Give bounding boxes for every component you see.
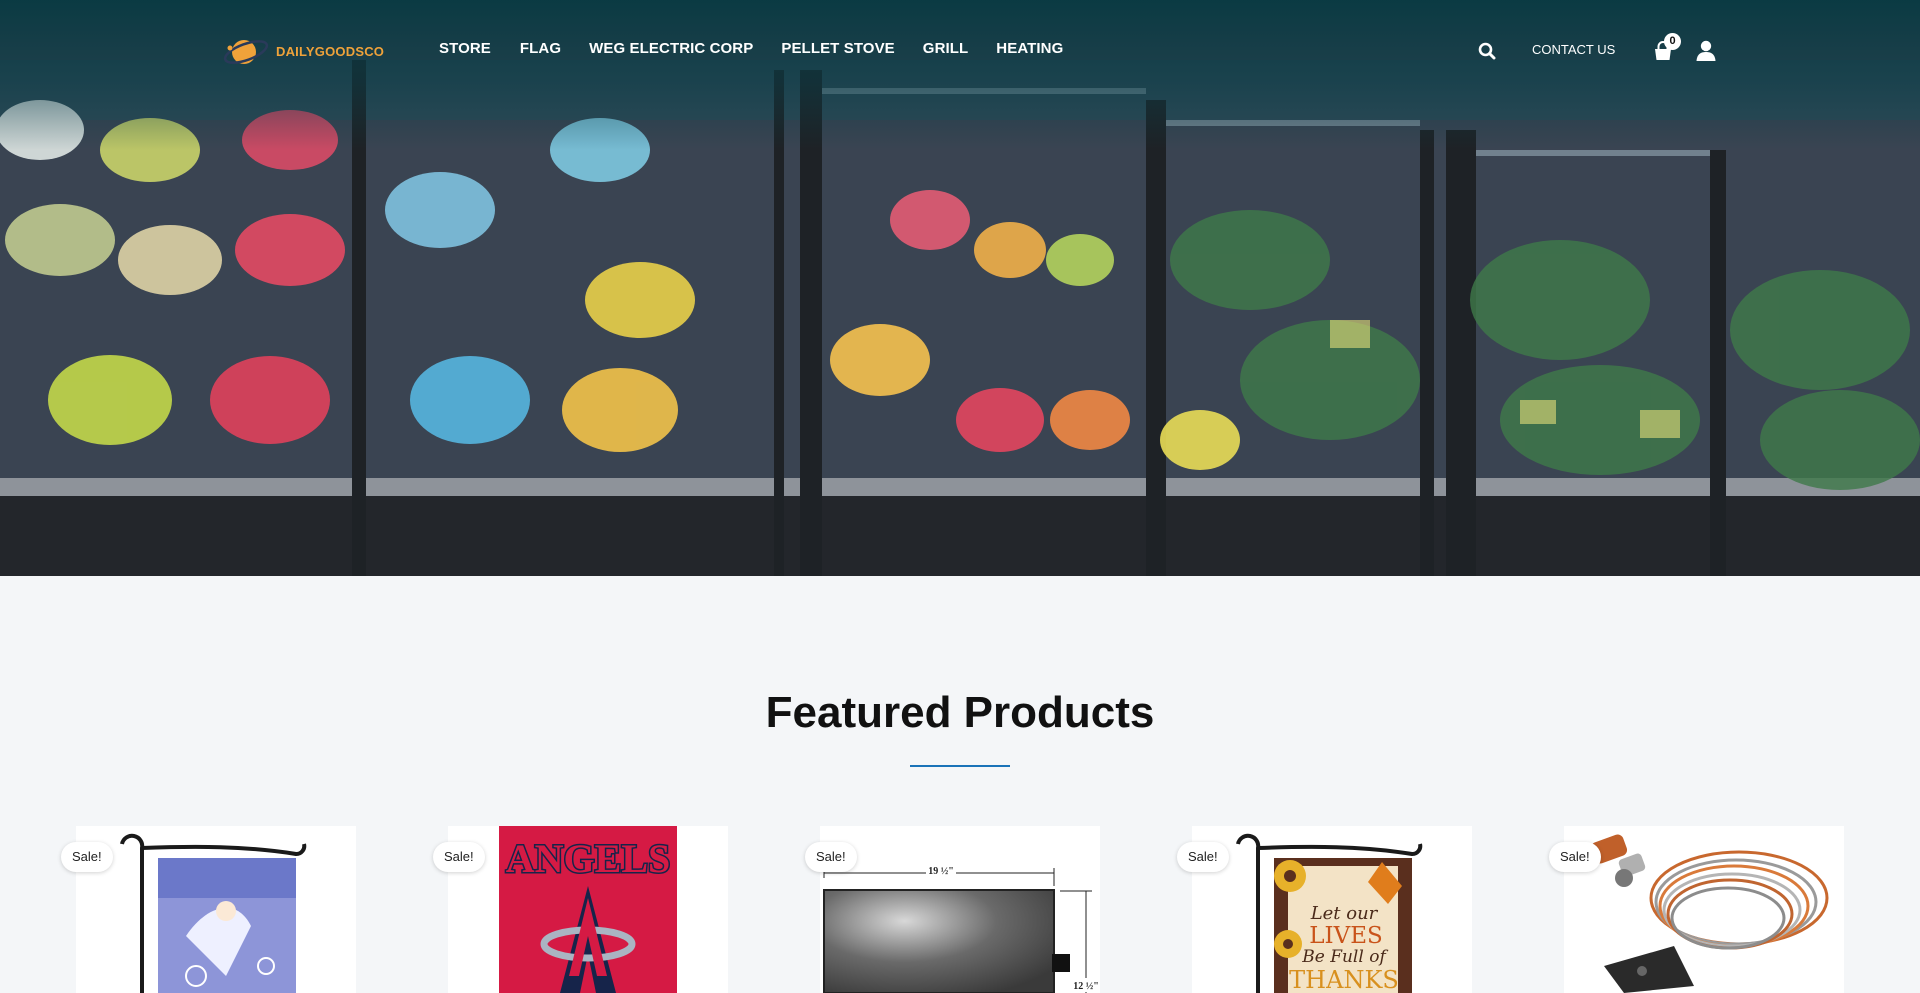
contact-us-link[interactable]: CONTACT US (1532, 42, 1615, 57)
featured-products-heading: Featured Products (765, 688, 1155, 737)
sale-badge: Sale! (805, 842, 857, 872)
cart-count-badge: 0 (1664, 33, 1681, 50)
site-header: DAILYGOODSCO STORE FLAG WEG ELECTRIC COR… (0, 0, 1920, 102)
product-image: Let our LIVES Be Full of THANKS (1236, 833, 1423, 993)
height-dimension-label: 12 ½" (1073, 981, 1099, 992)
user-icon[interactable] (1696, 40, 1716, 62)
product-card[interactable]: 19 ½" 12 ½" (820, 826, 1100, 993)
nav-item-flag[interactable]: FLAG (520, 40, 561, 57)
nav-item-weg-electric-corp[interactable]: WEG ELECTRIC CORP (589, 40, 753, 57)
heading-underline (910, 765, 1010, 767)
flag-text-line-1: Let our (1310, 903, 1379, 924)
search-icon[interactable] (1478, 42, 1496, 60)
logo-text: DAILYGOODSCO (276, 43, 385, 59)
nav-item-heating[interactable]: HEATING (996, 40, 1063, 57)
sale-badge: Sale! (433, 842, 485, 872)
site-logo[interactable]: DAILYGOODSCO (222, 32, 384, 70)
product-image: ANGELS (499, 826, 677, 993)
product-image (1590, 834, 1829, 993)
sale-badge: Sale! (1177, 842, 1229, 872)
main-nav: STORE FLAG WEG ELECTRIC CORP PELLET STOV… (439, 40, 1091, 57)
flag-text-line-4: THANKS (1289, 966, 1399, 993)
logo-planet-icon (223, 40, 269, 64)
product-card[interactable]: Let our LIVES Be Full of THANKS (1192, 826, 1472, 993)
nav-item-pellet-stove[interactable]: PELLET STOVE (781, 40, 894, 57)
flag-text-line-2: LIVES (1309, 923, 1383, 949)
angels-wordmark: ANGELS (506, 836, 671, 881)
product-card[interactable] (76, 826, 356, 993)
nav-item-grill[interactable]: GRILL (923, 40, 969, 57)
sale-badge: Sale! (1549, 842, 1601, 872)
product-card[interactable] (1564, 826, 1844, 993)
product-card[interactable]: ANGELS (448, 826, 728, 993)
width-dimension-label: 19 ½" (928, 866, 954, 877)
product-image (120, 833, 307, 993)
product-image: 19 ½" 12 ½" (823, 863, 1100, 993)
flag-text-line-3: Be Full of (1301, 947, 1388, 967)
sale-badge: Sale! (61, 842, 113, 872)
nav-item-store[interactable]: STORE (439, 40, 491, 57)
